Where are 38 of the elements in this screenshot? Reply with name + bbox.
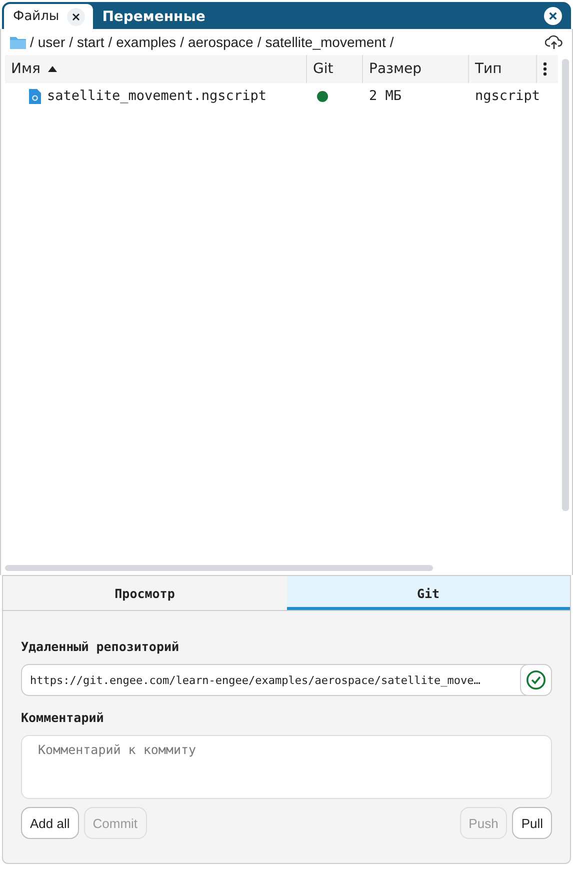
column-header[interactable]: Имя [5, 55, 307, 83]
tab[interactable]: Файлы [4, 4, 94, 29]
file-icon [29, 88, 41, 104]
column-header[interactable]: Git [307, 55, 363, 83]
file-name: satellite_movement.ngscript [47, 88, 266, 104]
path-separator: / [30, 34, 34, 50]
path-separator: / [257, 34, 262, 50]
breadcrumb-link[interactable]: examples [116, 34, 176, 50]
path-separator: / [390, 34, 394, 50]
path-separator: / [108, 34, 112, 50]
tab[interactable]: Переменные [93, 4, 214, 29]
panel-tab[interactable]: Git [286, 576, 570, 610]
git-button[interactable]: Add all [21, 807, 79, 839]
breadcrumb-link[interactable]: start [77, 34, 104, 50]
column-header[interactable]: Тип [469, 55, 537, 83]
comment-field[interactable]: Комментарий к коммиту [21, 735, 552, 799]
file-size: 2 МБ [369, 88, 402, 104]
path-separator: / [180, 34, 184, 50]
more-icon[interactable] [543, 62, 547, 76]
breadcrumb-link[interactable]: user [38, 34, 66, 50]
scrollbar-thumb[interactable] [5, 565, 433, 571]
breadcrumb-link[interactable]: aerospace [188, 34, 254, 50]
close-icon[interactable] [544, 7, 562, 25]
git-button[interactable]: Pull [512, 807, 552, 839]
folder-icon [10, 36, 26, 48]
field-label: Удаленный репозиторий [21, 639, 180, 654]
scrollbar-thumb[interactable] [562, 59, 568, 511]
tab-label: Файлы [13, 9, 60, 24]
path-separator: / [69, 34, 74, 50]
breadcrumb-link[interactable]: satellite_movement [265, 34, 386, 50]
column-header[interactable]: Размер [363, 55, 469, 83]
field-label: Комментарий [21, 710, 105, 725]
file-type: ngscript [475, 88, 540, 104]
cloud-upload-icon[interactable] [545, 34, 563, 50]
panel-tab[interactable]: Просмотр [3, 576, 286, 610]
tab-label: Переменные [102, 8, 206, 24]
file-row[interactable]: satellite_movement.ngscript 2 МБ ngscript [5, 83, 558, 109]
close-icon[interactable] [67, 8, 86, 26]
